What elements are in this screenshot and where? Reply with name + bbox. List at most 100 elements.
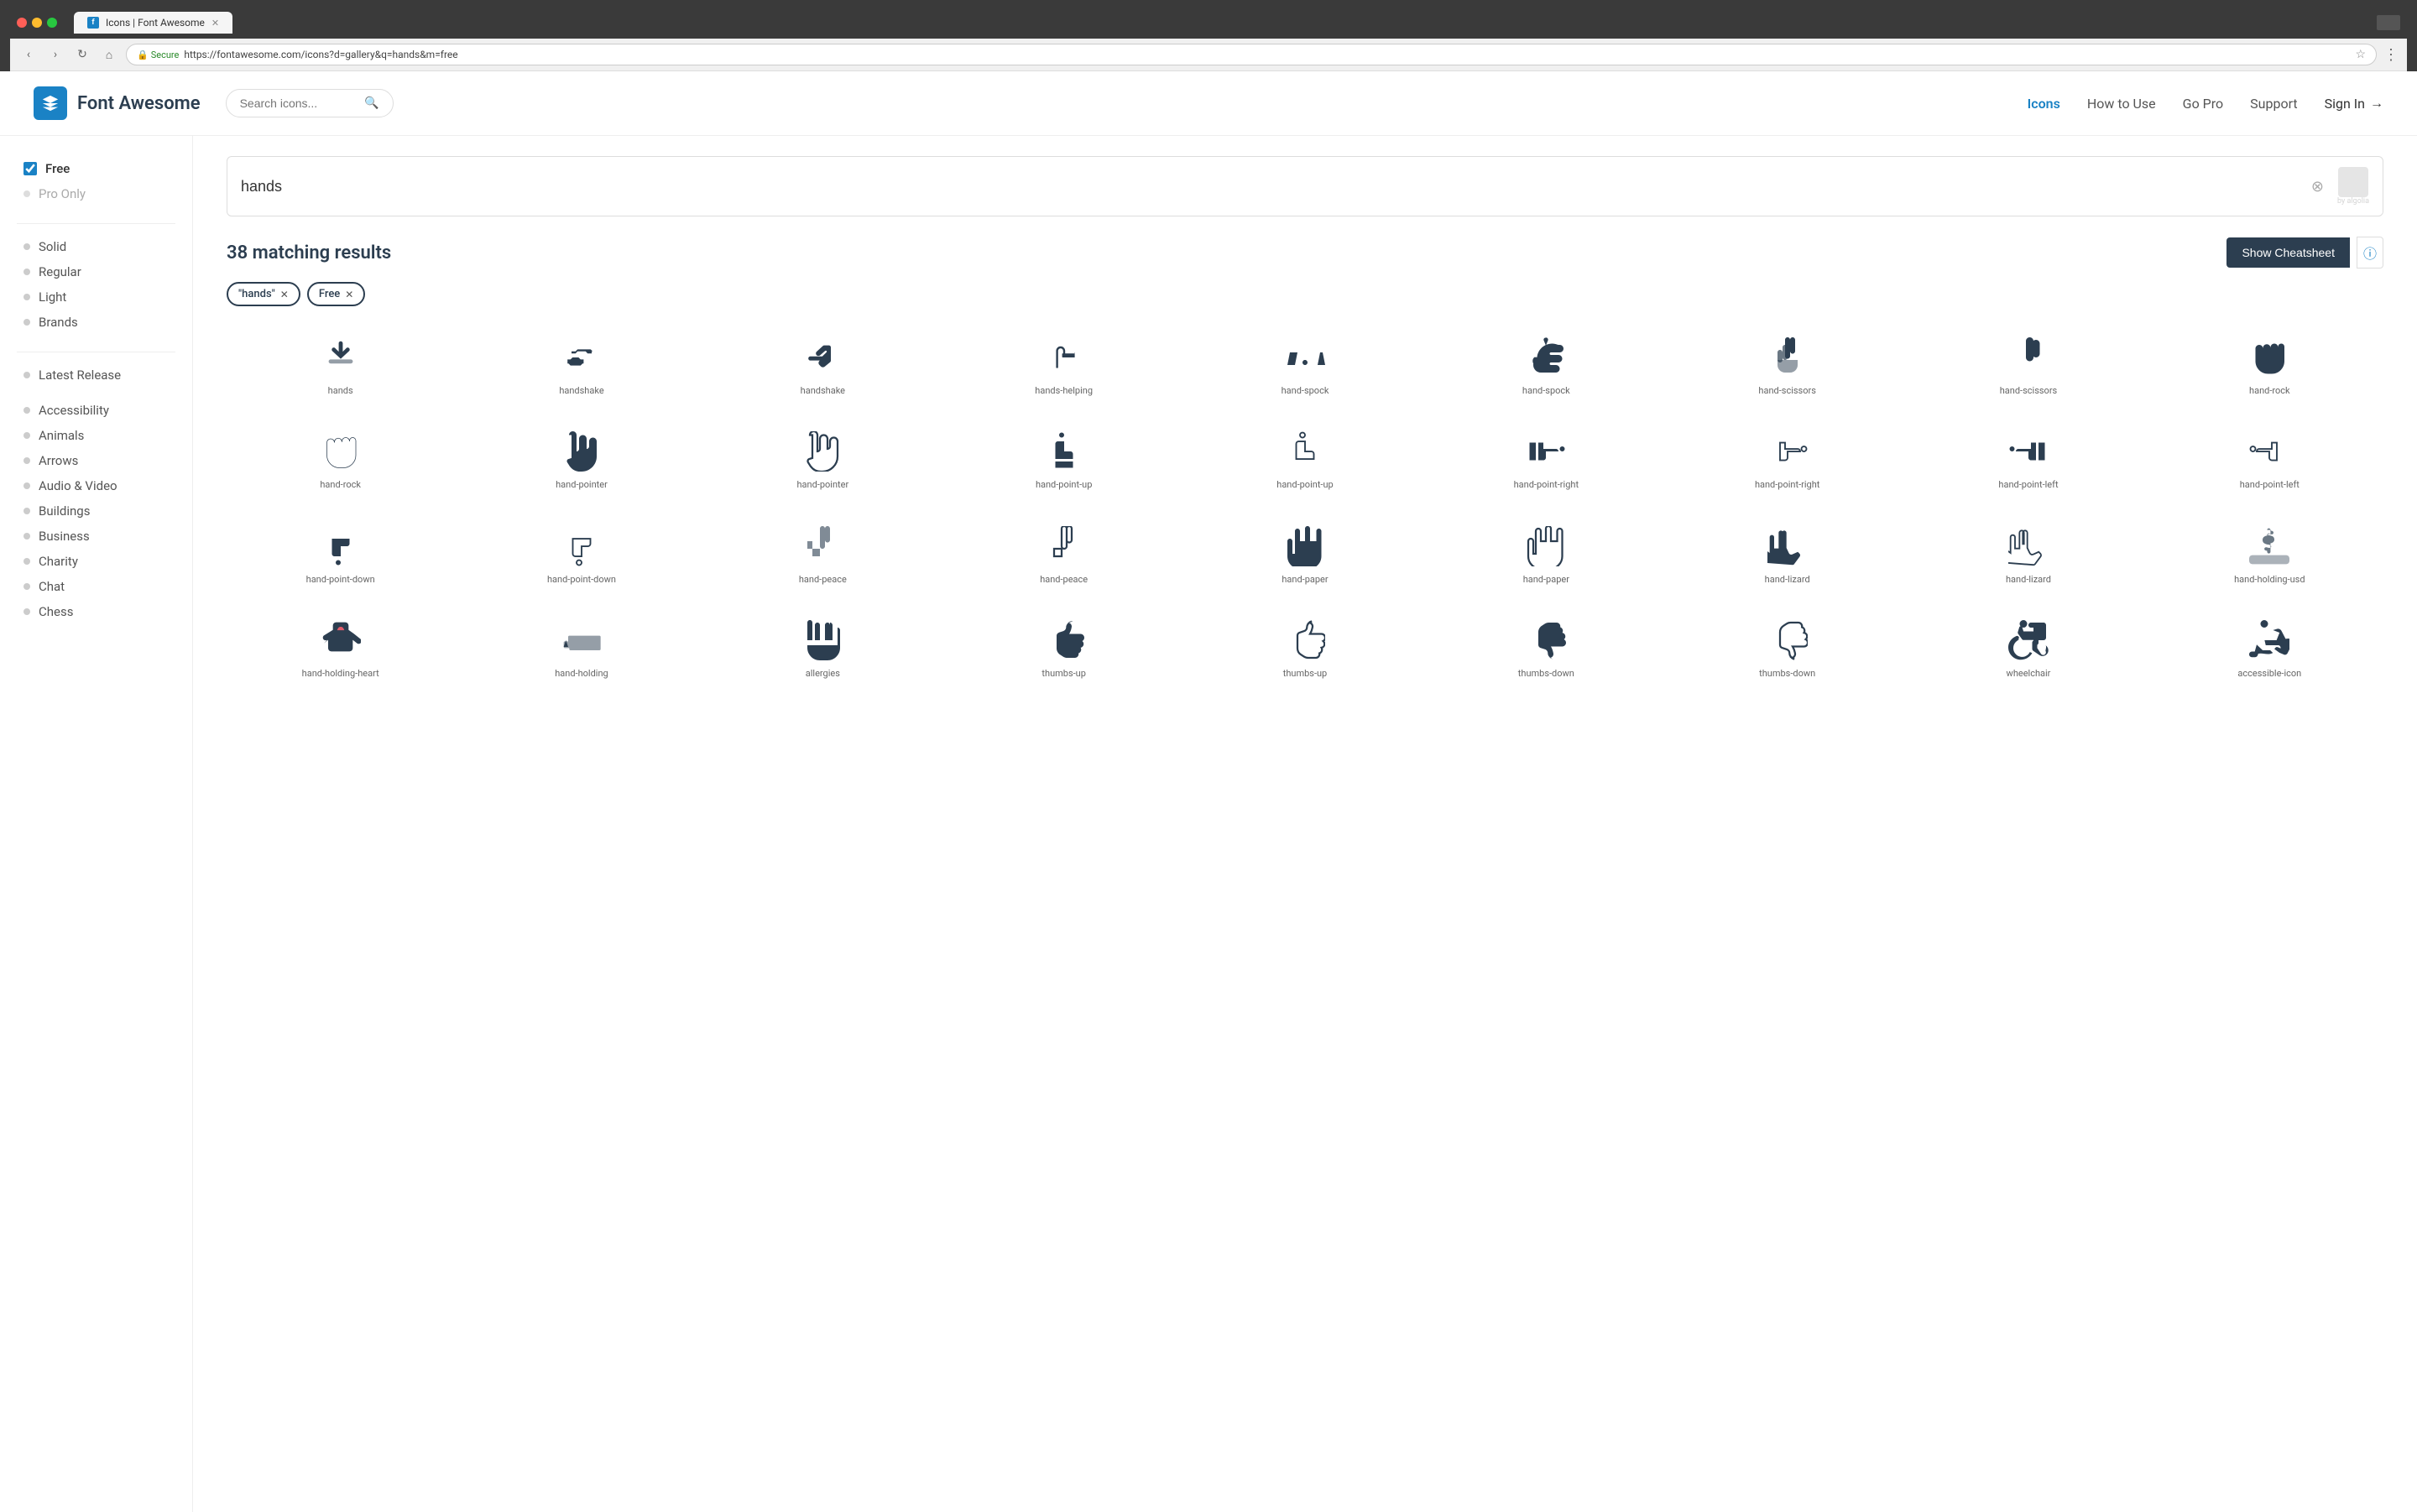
sidebar-item-buildings[interactable]: Buildings [17,498,175,524]
content-search-input[interactable] [241,178,2311,196]
forward-button[interactable]: › [45,44,65,65]
filter-tag-hands-remove[interactable]: ✕ [280,289,289,300]
icon-cell-hand-point-right-1[interactable]: hand-point-right [1433,420,1660,501]
close-window-button[interactable] [17,18,27,28]
icon-cell-thumbs-down-2[interactable]: thumbs-down [1673,609,1901,690]
logo-icon [34,86,67,120]
search-clear-button[interactable]: ⊗ [2311,178,2324,196]
sidebar-item-brands[interactable]: Brands [17,310,175,335]
icon-cell-hand-point-left-2[interactable]: hand-point-left [2156,420,2383,501]
icon-cell-hand-holding-usd[interactable]: hand-holding-usd [2156,515,2383,596]
hand-rock-icon-2 [321,430,361,472]
icon-cell-hand-scissors-2[interactable]: hand-scissors [1914,326,2142,407]
filter-tag-hands[interactable]: "hands" ✕ [227,282,300,306]
icon-cell-hand-point-down-1[interactable]: hand-point-down [227,515,454,596]
regular-dot [23,269,30,275]
nav-support[interactable]: Support [2250,96,2297,112]
filter-tag-free[interactable]: Free ✕ [307,282,365,306]
icon-cell-allergies[interactable]: allergies [709,609,937,690]
main-content: Free Pro Only Solid Regular [0,136,2417,1512]
icon-cell-thumbs-up-2[interactable]: thumbs-up [1191,609,1418,690]
refresh-button[interactable]: ↻ [72,44,92,65]
sidebar-item-audio-video[interactable]: Audio & Video [17,473,175,498]
browser-tab[interactable]: f Icons | Font Awesome ✕ [74,12,232,34]
icon-cell-hand-lizard-1[interactable]: hand-lizard [1673,515,1901,596]
thumbs-up-icon-2 [1285,619,1325,661]
maximize-window-button[interactable] [47,18,57,28]
icon-cell-hand-paper-2[interactable]: hand-paper [1433,515,1660,596]
icon-cell-hand-rock-2[interactable]: hand-rock [227,420,454,501]
icon-cell-hand-pointer-2[interactable]: hand-pointer [709,420,937,501]
icon-cell-hand-holding-heart[interactable]: hand-holding-heart [227,609,454,690]
header-search-input[interactable] [240,96,358,110]
sidebar-item-pro-only[interactable]: Pro Only [17,181,175,206]
icon-cell-handshake-1[interactable]: handshake [467,326,695,407]
icon-cell-hand-spock-2[interactable]: hand-spock [1433,326,1660,407]
results-count: 38 matching results [227,242,391,263]
sidebar-item-latest[interactable]: Latest Release [17,362,175,388]
content-search-box[interactable]: ⊗ by algolia [227,156,2383,216]
icon-cell-hand-peace-1[interactable]: hand-peace [709,515,937,596]
sidebar-item-arrows[interactable]: Arrows [17,448,175,473]
tab-favicon: f [87,17,99,29]
icon-cell-hand-holding[interactable]: hand-holding [467,609,695,690]
menu-icon[interactable]: ⋮ [2383,46,2399,64]
cheatsheet-info-button[interactable]: ⓘ [2357,237,2383,269]
sidebar-filter-section: Free Pro Only [17,156,175,206]
nav-icons[interactable]: Icons [2028,96,2060,112]
icon-cell-thumbs-up-1[interactable]: thumbs-up [950,609,1177,690]
hands-icon [321,336,361,378]
sidebar-item-animals[interactable]: Animals [17,423,175,448]
sidebar-light-label: Light [39,289,66,305]
sidebar-item-solid[interactable]: Solid [17,234,175,259]
chess-dot [23,608,30,615]
back-button[interactable]: ‹ [18,44,39,65]
icon-cell-hand-pointer-1[interactable]: hand-pointer [467,420,695,501]
icon-cell-thumbs-down-1[interactable]: thumbs-down [1433,609,1660,690]
hand-holding-icon-label: hand-holding [555,668,608,680]
thumbs-up-icon-1 [1044,619,1084,661]
sidebar-item-light[interactable]: Light [17,284,175,310]
allergies-icon-label: allergies [806,668,840,680]
header-search-bar[interactable]: 🔍 [226,89,394,117]
filter-tag-free-remove[interactable]: ✕ [345,289,353,300]
nav-how-to-use[interactable]: How to Use [2087,96,2156,112]
icon-cell-hand-rock[interactable]: hand-rock [2156,326,2383,407]
sidebar-item-accessibility[interactable]: Accessibility [17,398,175,423]
sidebar-item-charity[interactable]: Charity [17,549,175,574]
bookmark-icon[interactable]: ☆ [2355,48,2366,61]
icon-cell-hand-lizard-2[interactable]: hand-lizard [1914,515,2142,596]
free-checkbox[interactable] [23,162,37,175]
sidebar-item-chess[interactable]: Chess [17,599,175,624]
icon-cell-hand-scissors-1[interactable]: hand-scissors [1673,326,1901,407]
icon-cell-hand-point-up-2[interactable]: hand-point-up [1191,420,1418,501]
sidebar-item-chat[interactable]: Chat [17,574,175,599]
cheatsheet-button-group: Show Cheatsheet ⓘ [2226,237,2383,269]
icon-cell-hand-peace-2[interactable]: hand-peace [950,515,1177,596]
icon-cell-accessible-icon[interactable]: accessible-icon [2156,609,2383,690]
sidebar-item-free[interactable]: Free [17,156,175,181]
home-button[interactable]: ⌂ [99,44,119,65]
tab-close-button[interactable]: ✕ [211,18,219,29]
sidebar: Free Pro Only Solid Regular [0,136,193,1512]
show-cheatsheet-button[interactable]: Show Cheatsheet [2226,237,2350,268]
sidebar-item-business[interactable]: Business [17,524,175,549]
icon-cell-hand-paper-1[interactable]: hand-paper [1191,515,1418,596]
icon-cell-hand-spock-1[interactable]: hand-spock [1191,326,1418,407]
icon-cell-hand-point-up-1[interactable]: hand-point-up [950,420,1177,501]
icon-cell-wheelchair[interactable]: wheelchair [1914,609,2142,690]
icon-cell-hand-point-left-1[interactable]: hand-point-left [1914,420,2142,501]
hand-point-down-icon-1-label: hand-point-down [306,574,375,586]
address-bar[interactable]: 🔒 Secure https://fontawesome.com/icons?d… [126,44,2377,65]
icon-cell-hand-point-down-2[interactable]: hand-point-down [467,515,695,596]
minimize-window-button[interactable] [32,18,42,28]
nav-go-pro[interactable]: Go Pro [2183,96,2223,112]
sidebar-item-regular[interactable]: Regular [17,259,175,284]
sign-in-button[interactable]: Sign In → [2325,95,2383,112]
audio-video-dot [23,482,30,489]
icon-cell-hands[interactable]: hands [227,326,454,407]
icon-cell-handshake-2[interactable]: handshake [709,326,937,407]
hand-peace-icon-1 [802,525,843,567]
icon-cell-hand-point-right-2[interactable]: hand-point-right [1673,420,1901,501]
icon-cell-hands-helping[interactable]: hands-helping [950,326,1177,407]
